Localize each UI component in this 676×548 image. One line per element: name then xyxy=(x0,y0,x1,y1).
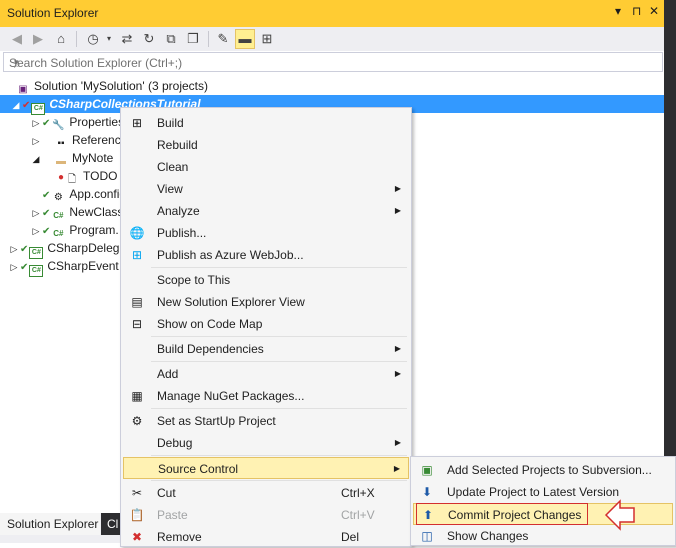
windows-logo-icon: ⊞ xyxy=(131,248,143,262)
collapse-all-icon[interactable]: ⧉ xyxy=(162,30,180,48)
search-placeholder: Search Solution Explorer (Ctrl+;) xyxy=(9,56,183,70)
close-icon[interactable]: ✕ xyxy=(649,4,659,18)
properties-icon[interactable]: ✎ xyxy=(214,30,232,48)
window-position-dropdown-icon[interactable]: ▾ xyxy=(615,4,621,18)
update-arrow-icon: ⬇ xyxy=(421,485,433,499)
project-context-menu: ⊞ Build Rebuild Clean View ▶ Analyze ▶ 🌐 Pub… xyxy=(120,107,412,547)
new-view-icon: ▤ xyxy=(131,295,143,309)
menu-item-remove[interactable]: ✖ Remove Del xyxy=(123,526,409,548)
menu-item-clean[interactable]: Clean xyxy=(123,156,409,178)
menu-item-add-to-subversion[interactable]: ▣ Add Selected Projects to Subversion... xyxy=(413,459,673,481)
class-view-icon[interactable]: ⊞ xyxy=(258,30,276,48)
scissors-icon: ✂ xyxy=(131,486,143,500)
tab-class-view[interactable]: Cl xyxy=(101,513,121,535)
submenu-arrow-icon: ▶ xyxy=(394,206,401,215)
tree-node-todo[interactable]: ● 🗋 TODO xyxy=(58,167,118,185)
search-input[interactable]: Search Solution Explorer (Ctrl+;) ⌕ ▾ xyxy=(3,52,663,72)
menu-item-view[interactable]: View ▶ xyxy=(123,178,409,200)
show-all-files-icon[interactable]: ❐ xyxy=(184,30,202,48)
menu-item-show-on-code-map[interactable]: ⊟ Show on Code Map xyxy=(123,313,409,335)
code-map-icon: ⊟ xyxy=(131,317,143,331)
menu-item-source-control[interactable]: Source Control ▶ xyxy=(123,457,409,479)
tree-node-mynote[interactable]: ◢ ▬ MyNote xyxy=(30,149,114,167)
tree-node-newclass[interactable]: ▷ ✔ C# NewClass xyxy=(30,203,124,221)
nuget-icon: ▦ xyxy=(131,389,143,403)
menu-item-rebuild[interactable]: Rebuild xyxy=(123,134,409,156)
menu-item-manage-nuget[interactable]: ▦ Manage NuGet Packages... xyxy=(123,385,409,407)
tree-node-program[interactable]: ▷ ✔ C# Program. xyxy=(30,221,119,239)
menu-item-add[interactable]: Add ▶ xyxy=(123,363,409,385)
filter-dropdown-icon[interactable]: ▾ xyxy=(100,30,118,48)
menu-item-scope-to-this[interactable]: Scope to This xyxy=(123,269,409,291)
back-icon[interactable]: ◀ xyxy=(8,30,26,48)
forward-icon[interactable]: ▶ xyxy=(29,30,47,48)
menu-item-analyze[interactable]: Analyze ▶ xyxy=(123,200,409,222)
tree-node-app-config[interactable]: ✔ ⚙ App.config xyxy=(42,185,126,203)
add-to-svn-icon: ▣ xyxy=(421,463,433,477)
remove-x-icon: ✖ xyxy=(131,530,143,544)
gear-icon: ⚙ xyxy=(131,414,143,428)
tree-node-properties[interactable]: ▷ ✔ 🔧 Properties xyxy=(30,113,125,131)
preview-selected-items-icon[interactable]: ▬ xyxy=(235,29,255,49)
menu-item-paste[interactable]: 📋 Paste Ctrl+V xyxy=(123,504,409,526)
show-changes-icon: ◫ xyxy=(421,529,433,543)
commit-highlight-annotation xyxy=(416,503,588,525)
annotation-arrow-icon xyxy=(604,499,635,531)
menu-item-cut[interactable]: ✂ Cut Ctrl+X xyxy=(123,482,409,504)
solution-explorer-toolbar: ◀ ▶ ⌂ ◷ ▾ ⇄ ↻ ⧉ ❐ ✎ ▬ ⊞ xyxy=(0,27,664,51)
menu-item-set-startup[interactable]: ⚙ Set as StartUp Project xyxy=(123,410,409,432)
publish-globe-icon: 🌐 xyxy=(129,226,145,240)
tree-node-solution[interactable]: ▣ Solution 'MySolution' (3 projects) xyxy=(4,77,664,95)
menu-item-new-solution-explorer-view[interactable]: ▤ New Solution Explorer View xyxy=(123,291,409,313)
submenu-arrow-icon: ▶ xyxy=(394,344,401,353)
menu-item-publish-azure-webjob[interactable]: ⊞ Publish as Azure WebJob... xyxy=(123,244,409,266)
tree-node-csharp-delegates[interactable]: ▷ ✔ C# CSharpDeleg xyxy=(8,239,119,259)
home-icon[interactable]: ⌂ xyxy=(52,30,70,48)
submenu-arrow-icon: ▶ xyxy=(394,438,401,447)
submenu-arrow-icon: ▶ xyxy=(393,464,400,473)
paste-icon: 📋 xyxy=(129,508,145,522)
menu-item-publish[interactable]: 🌐 Publish... xyxy=(123,222,409,244)
solution-explorer-title-bar: Solution Explorer ▾ ⊓ ✕ xyxy=(0,0,664,28)
menu-item-build-dependencies[interactable]: Build Dependencies ▶ xyxy=(123,338,409,360)
panel-title: Solution Explorer xyxy=(7,6,99,20)
refresh-icon[interactable]: ↻ xyxy=(140,30,158,48)
build-icon: ⊞ xyxy=(131,116,143,130)
tab-solution-explorer[interactable]: Solution Explorer xyxy=(0,513,100,535)
source-control-submenu: ▣ Add Selected Projects to Subversion... … xyxy=(410,456,676,546)
submenu-arrow-icon: ▶ xyxy=(394,369,401,378)
csharp-project-icon: C# xyxy=(29,265,44,277)
auto-hide-pin-icon[interactable]: ⊓ xyxy=(632,4,641,18)
tree-node-references[interactable]: ▷ ▪▪ References xyxy=(30,131,134,149)
menu-item-debug[interactable]: Debug ▶ xyxy=(123,432,409,454)
submenu-arrow-icon: ▶ xyxy=(394,184,401,193)
tree-node-csharp-events[interactable]: ▷ ✔ C# CSharpEvent xyxy=(8,257,119,277)
menu-item-build[interactable]: ⊞ Build xyxy=(123,112,409,134)
sync-with-active-document-icon[interactable]: ⇄ xyxy=(118,30,136,48)
